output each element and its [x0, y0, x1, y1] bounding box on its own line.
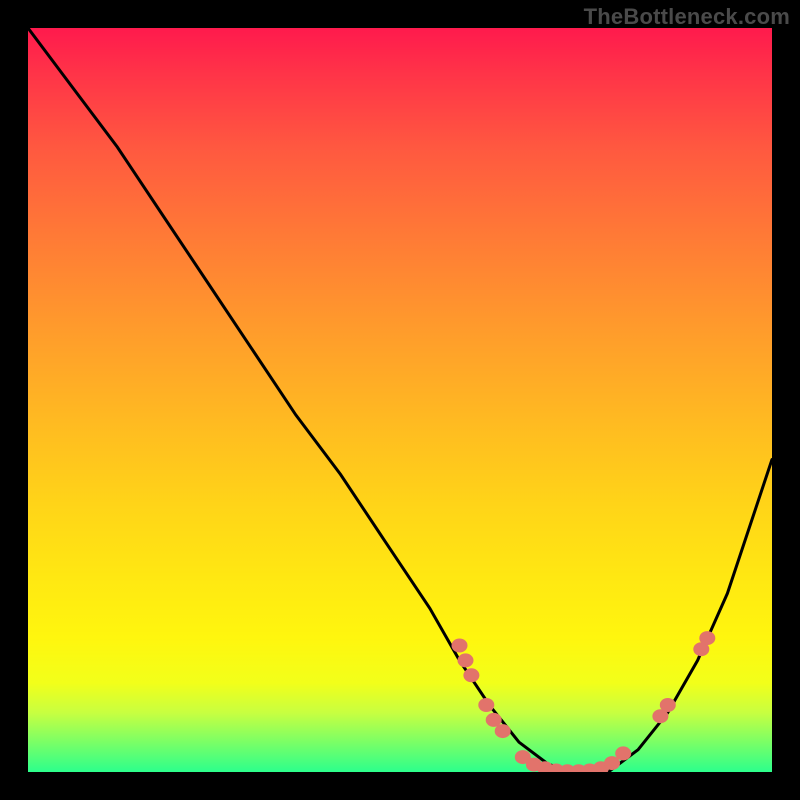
watermark-text: TheBottleneck.com — [584, 4, 790, 30]
curve-marker — [463, 668, 479, 682]
chart-plot-area — [28, 28, 772, 772]
chart-svg — [28, 28, 772, 772]
curve-marker — [615, 746, 631, 760]
curve-marker — [660, 698, 676, 712]
bottleneck-curve — [28, 28, 772, 772]
curve-marker — [478, 698, 494, 712]
curve-marker — [699, 631, 715, 645]
curve-marker — [452, 639, 468, 653]
curve-marker — [458, 653, 474, 667]
curve-marker — [495, 724, 511, 738]
